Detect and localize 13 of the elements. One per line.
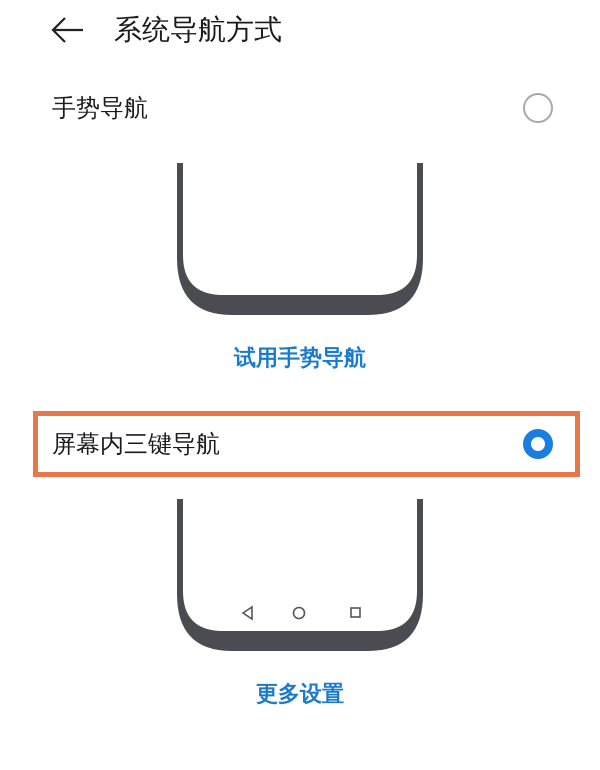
recents-key-icon — [350, 607, 361, 618]
page-title: 系统导航方式 — [114, 12, 282, 48]
back-icon[interactable] — [50, 16, 84, 44]
option-row[interactable]: 手势导航 — [33, 75, 580, 141]
option-link[interactable]: 试用手势导航 — [234, 343, 366, 373]
radio-button[interactable] — [523, 93, 553, 123]
home-key-icon — [292, 606, 306, 620]
option-label: 屏幕内三键导航 — [52, 429, 220, 460]
option-label: 手势导航 — [52, 93, 148, 124]
option-link[interactable]: 更多设置 — [256, 679, 344, 709]
highlight-frame[interactable]: 屏幕内三键导航 — [33, 411, 580, 477]
radio-button[interactable] — [523, 429, 553, 459]
back-key-icon — [242, 606, 253, 620]
